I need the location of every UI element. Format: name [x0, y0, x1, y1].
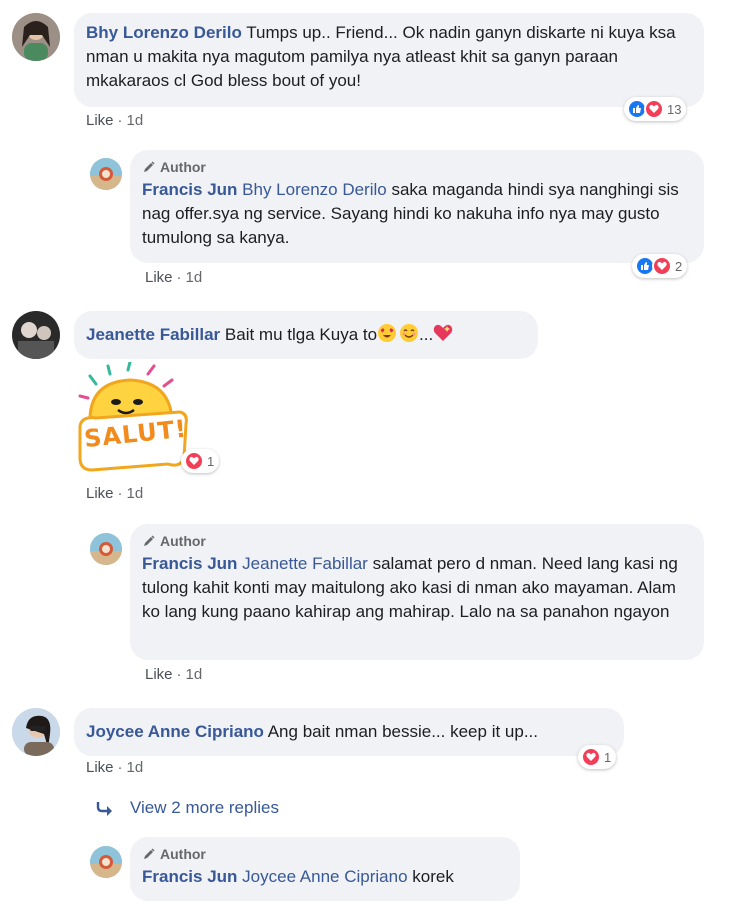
avatar[interactable]: [90, 158, 122, 190]
smiling-emoji-icon: [399, 323, 419, 350]
reaction-count: 1: [604, 749, 612, 765]
author-badge: Author: [142, 845, 508, 863]
avatar[interactable]: [12, 13, 60, 61]
like-link[interactable]: Like: [145, 666, 173, 683]
pencil-icon: [144, 161, 155, 172]
reply-bubble: Author Francis Jun Bhy Lorenzo Derilo sa…: [130, 150, 704, 263]
heart-icon: [581, 747, 601, 767]
reply-bubble: Author Francis Jun Joycee Anne Cipriano …: [130, 837, 520, 901]
view-more-replies-link[interactable]: View 2 more replies: [96, 798, 279, 818]
mention-link[interactable]: Bhy Lorenzo Derilo: [242, 180, 387, 199]
separator: ·: [117, 485, 123, 502]
avatar-photo: [12, 311, 60, 359]
timestamp[interactable]: 1d: [186, 666, 203, 683]
reply-arrow-icon: [96, 802, 112, 816]
reply-bubble: Author Francis Jun Jeanette Fabillar sal…: [130, 524, 704, 660]
reaction-summary[interactable]: 1: [181, 449, 220, 473]
comment-actions: Like · 1d: [145, 269, 202, 286]
heart-eyes-emoji-icon: [377, 323, 397, 350]
heart-icon: [652, 256, 672, 276]
reaction-summary[interactable]: 2: [632, 254, 688, 278]
comment-text: Bait mu tlga Kuya to: [224, 325, 378, 344]
comment-author-name[interactable]: Jeanette Fabillar: [86, 325, 220, 344]
like-link[interactable]: Like: [145, 269, 173, 286]
avatar[interactable]: [90, 533, 122, 565]
reaction-count: 1: [207, 453, 215, 469]
mention-link[interactable]: Joycee Anne Cipriano: [242, 867, 407, 886]
salut-sticker[interactable]: SALUT!: [76, 360, 190, 478]
like-link[interactable]: Like: [86, 759, 114, 776]
reaction-summary[interactable]: 13: [624, 97, 687, 121]
author-label: Author: [160, 159, 206, 175]
comment-author-name[interactable]: Francis Jun: [142, 554, 237, 573]
separator: ·: [117, 759, 123, 776]
timestamp[interactable]: 1d: [186, 269, 203, 286]
pencil-icon: [144, 848, 155, 859]
avatar-photo: [90, 158, 122, 190]
author-label: Author: [160, 846, 206, 862]
comment-text: Ang bait nman bessie... keep it up...: [267, 722, 538, 741]
separator: ·: [117, 112, 123, 129]
like-link[interactable]: Like: [86, 112, 114, 129]
author-badge: Author: [142, 532, 692, 550]
timestamp[interactable]: 1d: [127, 759, 144, 776]
comment-actions: Like · 1d: [145, 666, 202, 683]
avatar-photo: [12, 13, 60, 61]
heart-icon: [644, 99, 664, 119]
avatar-photo: [12, 708, 60, 756]
comment-author-name[interactable]: Bhy Lorenzo Derilo: [86, 23, 242, 42]
view-more-replies-label[interactable]: View 2 more replies: [130, 798, 279, 818]
comment-bubble: Bhy Lorenzo Derilo Tumps up.. Friend... …: [74, 13, 704, 107]
comment-author-name[interactable]: Joycee Anne Cipriano: [86, 722, 264, 741]
reaction-count: 13: [667, 101, 682, 117]
author-badge: Author: [142, 158, 692, 176]
sparkling-heart-emoji-icon: [433, 323, 453, 350]
avatar[interactable]: [12, 311, 60, 359]
comment-author-name[interactable]: Francis Jun: [142, 867, 237, 886]
like-link[interactable]: Like: [86, 485, 114, 502]
avatar-photo: [90, 533, 122, 565]
comment-bubble: Jeanette Fabillar Bait mu tlga Kuya to..…: [74, 311, 538, 359]
comment-text: korek: [412, 867, 454, 886]
avatar[interactable]: [12, 708, 60, 756]
comment-actions: Like · 1d: [86, 112, 143, 129]
avatar-photo: [90, 846, 122, 878]
comment-actions: Like · 1d: [86, 759, 143, 776]
separator: ·: [176, 269, 182, 286]
comment-bubble: Joycee Anne Cipriano Ang bait nman bessi…: [74, 708, 624, 756]
comment-text-tail: ...: [419, 325, 434, 344]
comment-actions: Like · 1d: [86, 485, 143, 502]
separator: ·: [176, 666, 182, 683]
reaction-summary[interactable]: 1: [578, 745, 617, 769]
avatar[interactable]: [90, 846, 122, 878]
timestamp[interactable]: 1d: [127, 485, 144, 502]
mention-link[interactable]: Jeanette Fabillar: [242, 554, 368, 573]
reaction-count: 2: [675, 258, 683, 274]
timestamp[interactable]: 1d: [127, 112, 144, 129]
pencil-icon: [144, 535, 155, 546]
heart-icon: [184, 451, 204, 471]
comment-author-name[interactable]: Francis Jun: [142, 180, 237, 199]
author-label: Author: [160, 533, 206, 549]
